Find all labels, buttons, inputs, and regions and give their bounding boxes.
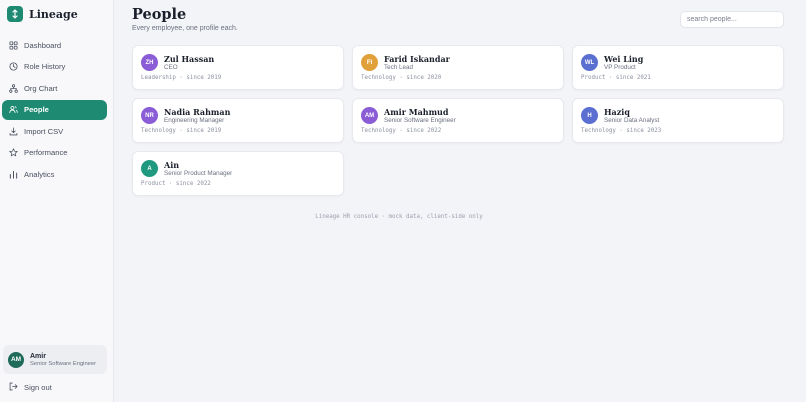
- avatar: AM: [361, 107, 378, 124]
- brand[interactable]: Lineage: [7, 6, 78, 22]
- person-card[interactable]: NR Nadia Rahman Engineering Manager Technol…: [132, 98, 344, 143]
- logout-icon: [9, 382, 18, 393]
- person-title: Engineering Manager: [164, 117, 225, 124]
- sidebar: Lineage Dashboard Role History Org Chart…: [0, 0, 114, 402]
- sidebar-item-label: Role History: [24, 62, 66, 71]
- person-meta: Leadership · since 2019: [141, 75, 222, 81]
- sidebar-item-people[interactable]: People: [2, 99, 107, 120]
- person-title: Senior Product Manager: [164, 170, 233, 177]
- person-meta: Product · since 2022: [141, 181, 211, 187]
- sidebar-item-dashboard[interactable]: Dashboard: [2, 35, 107, 55]
- sidebar-item-analytics[interactable]: Analytics: [2, 164, 107, 184]
- user-info: Amir Senior Software Engineer: [30, 353, 96, 367]
- sidebar-item-role-history[interactable]: Role History: [2, 57, 107, 77]
- person-name: Zul Hassan: [164, 54, 215, 64]
- brand-name: Lineage: [29, 7, 78, 21]
- user-role: Senior Software Engineer: [30, 360, 97, 367]
- avatar: A: [141, 160, 158, 177]
- avatar: H: [581, 107, 598, 124]
- grid-icon: [9, 40, 18, 50]
- person-title: Senior Data Analyst: [604, 117, 660, 124]
- person-meta: Technology · since 2020: [361, 75, 442, 81]
- person-name: Farid Iskandar: [384, 54, 450, 64]
- org-tree-icon: [9, 83, 18, 93]
- person-title: CEO: [164, 64, 178, 71]
- search-input[interactable]: [680, 11, 784, 28]
- avatar: AM: [8, 351, 24, 368]
- sidebar-nav: Dashboard Role History Org Chart People …: [2, 35, 107, 186]
- sidebar-item-label: Org Chart: [24, 83, 58, 93]
- person-name: Amir Mahmud: [384, 107, 449, 117]
- avatar: FI: [361, 54, 378, 71]
- person-name: Nadia Rahman: [164, 107, 231, 117]
- person-card[interactable]: ZH Zul Hassan CEO Leadership · since 2019: [132, 45, 344, 90]
- person-name: Haziq: [604, 107, 630, 117]
- clock-icon: [9, 62, 18, 71]
- person-card[interactable]: A Ain Senior Product Manager Product · sinc…: [132, 151, 344, 196]
- sign-out-button[interactable]: Sign out: [9, 382, 52, 393]
- main-content: People Every employee, one profile each.…: [114, 0, 806, 402]
- sidebar-item-label: Performance: [24, 148, 68, 157]
- users-icon: [9, 105, 18, 114]
- person-name: Wei Ling: [604, 54, 644, 64]
- page-title: People: [132, 6, 187, 23]
- person-card[interactable]: AM Amir Mahmud Senior Software Engineer Tec…: [352, 98, 564, 143]
- person-title: Tech Lead: [384, 64, 414, 71]
- sign-out-label: Sign out: [24, 383, 52, 392]
- people-grid: ZH Zul Hassan CEO Leadership · since 2019 FI…: [132, 45, 784, 196]
- person-card[interactable]: H Haziq Senior Data Analyst Technology · si…: [572, 98, 784, 143]
- sidebar-item-org-chart[interactable]: Org Chart: [2, 78, 107, 98]
- avatar: WL: [581, 54, 598, 71]
- person-name: Ain: [164, 160, 180, 170]
- person-card[interactable]: WL Wei Ling VP Product Product · since 2021: [572, 45, 784, 90]
- avatar: NR: [141, 107, 158, 124]
- download-icon: [9, 126, 18, 136]
- avatar: ZH: [141, 54, 158, 71]
- sidebar-item-label: Analytics: [24, 169, 55, 179]
- person-meta: Technology · since 2019: [141, 128, 222, 134]
- person-meta: Technology · since 2022: [361, 128, 442, 134]
- sidebar-item-label: People: [24, 105, 49, 114]
- sidebar-item-performance[interactable]: Performance: [2, 143, 107, 163]
- star-icon: [9, 148, 18, 157]
- sidebar-item-label: Dashboard: [24, 40, 62, 50]
- person-meta: Technology · since 2023: [581, 128, 662, 134]
- sidebar-item-label: Import CSV: [24, 126, 64, 136]
- page-subtitle: Every employee, one profile each.: [132, 25, 238, 32]
- person-title: VP Product: [604, 64, 636, 71]
- person-meta: Product · since 2021: [581, 75, 651, 81]
- user-card[interactable]: AM Amir Senior Software Engineer: [3, 345, 107, 374]
- sidebar-item-import-csv[interactable]: Import CSV: [2, 121, 107, 141]
- person-card[interactable]: FI Farid Iskandar Tech Lead Technology · si…: [352, 45, 564, 90]
- person-title: Senior Software Engineer: [384, 117, 456, 124]
- bar-chart-icon: [9, 170, 18, 179]
- footer-note: Lineage HR console · mock data, client-s…: [315, 214, 483, 220]
- arrows-updown-icon: [7, 6, 23, 22]
- user-name: Amir: [30, 352, 46, 360]
